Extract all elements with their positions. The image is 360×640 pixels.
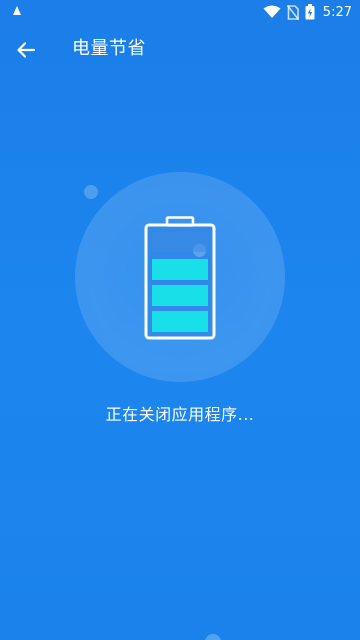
status-time: 5:27 (322, 4, 352, 20)
battery-level-segment-empty (152, 232, 208, 252)
battery-level-segment (152, 259, 208, 280)
page-title: 电量节省 (72, 38, 146, 59)
battery-level-segment (152, 311, 208, 332)
app-bar: 电量节省 (0, 24, 360, 76)
battery-level-segment (152, 285, 208, 306)
battery-charging-icon (305, 4, 315, 20)
status-icons: 5:27 (263, 2, 352, 22)
no-sim-icon (286, 4, 299, 20)
back-button[interactable] (6, 30, 46, 70)
wifi-icon (263, 5, 281, 18)
battery-icon (144, 216, 216, 340)
decorative-bubble (205, 634, 221, 640)
notification-icon (13, 6, 21, 15)
closing-apps-status-text: 正在关闭应用程序... (105, 405, 255, 424)
status-bar: 5:27 (0, 0, 360, 24)
decorative-bubble (84, 185, 98, 199)
arrow-left-icon (17, 42, 36, 58)
